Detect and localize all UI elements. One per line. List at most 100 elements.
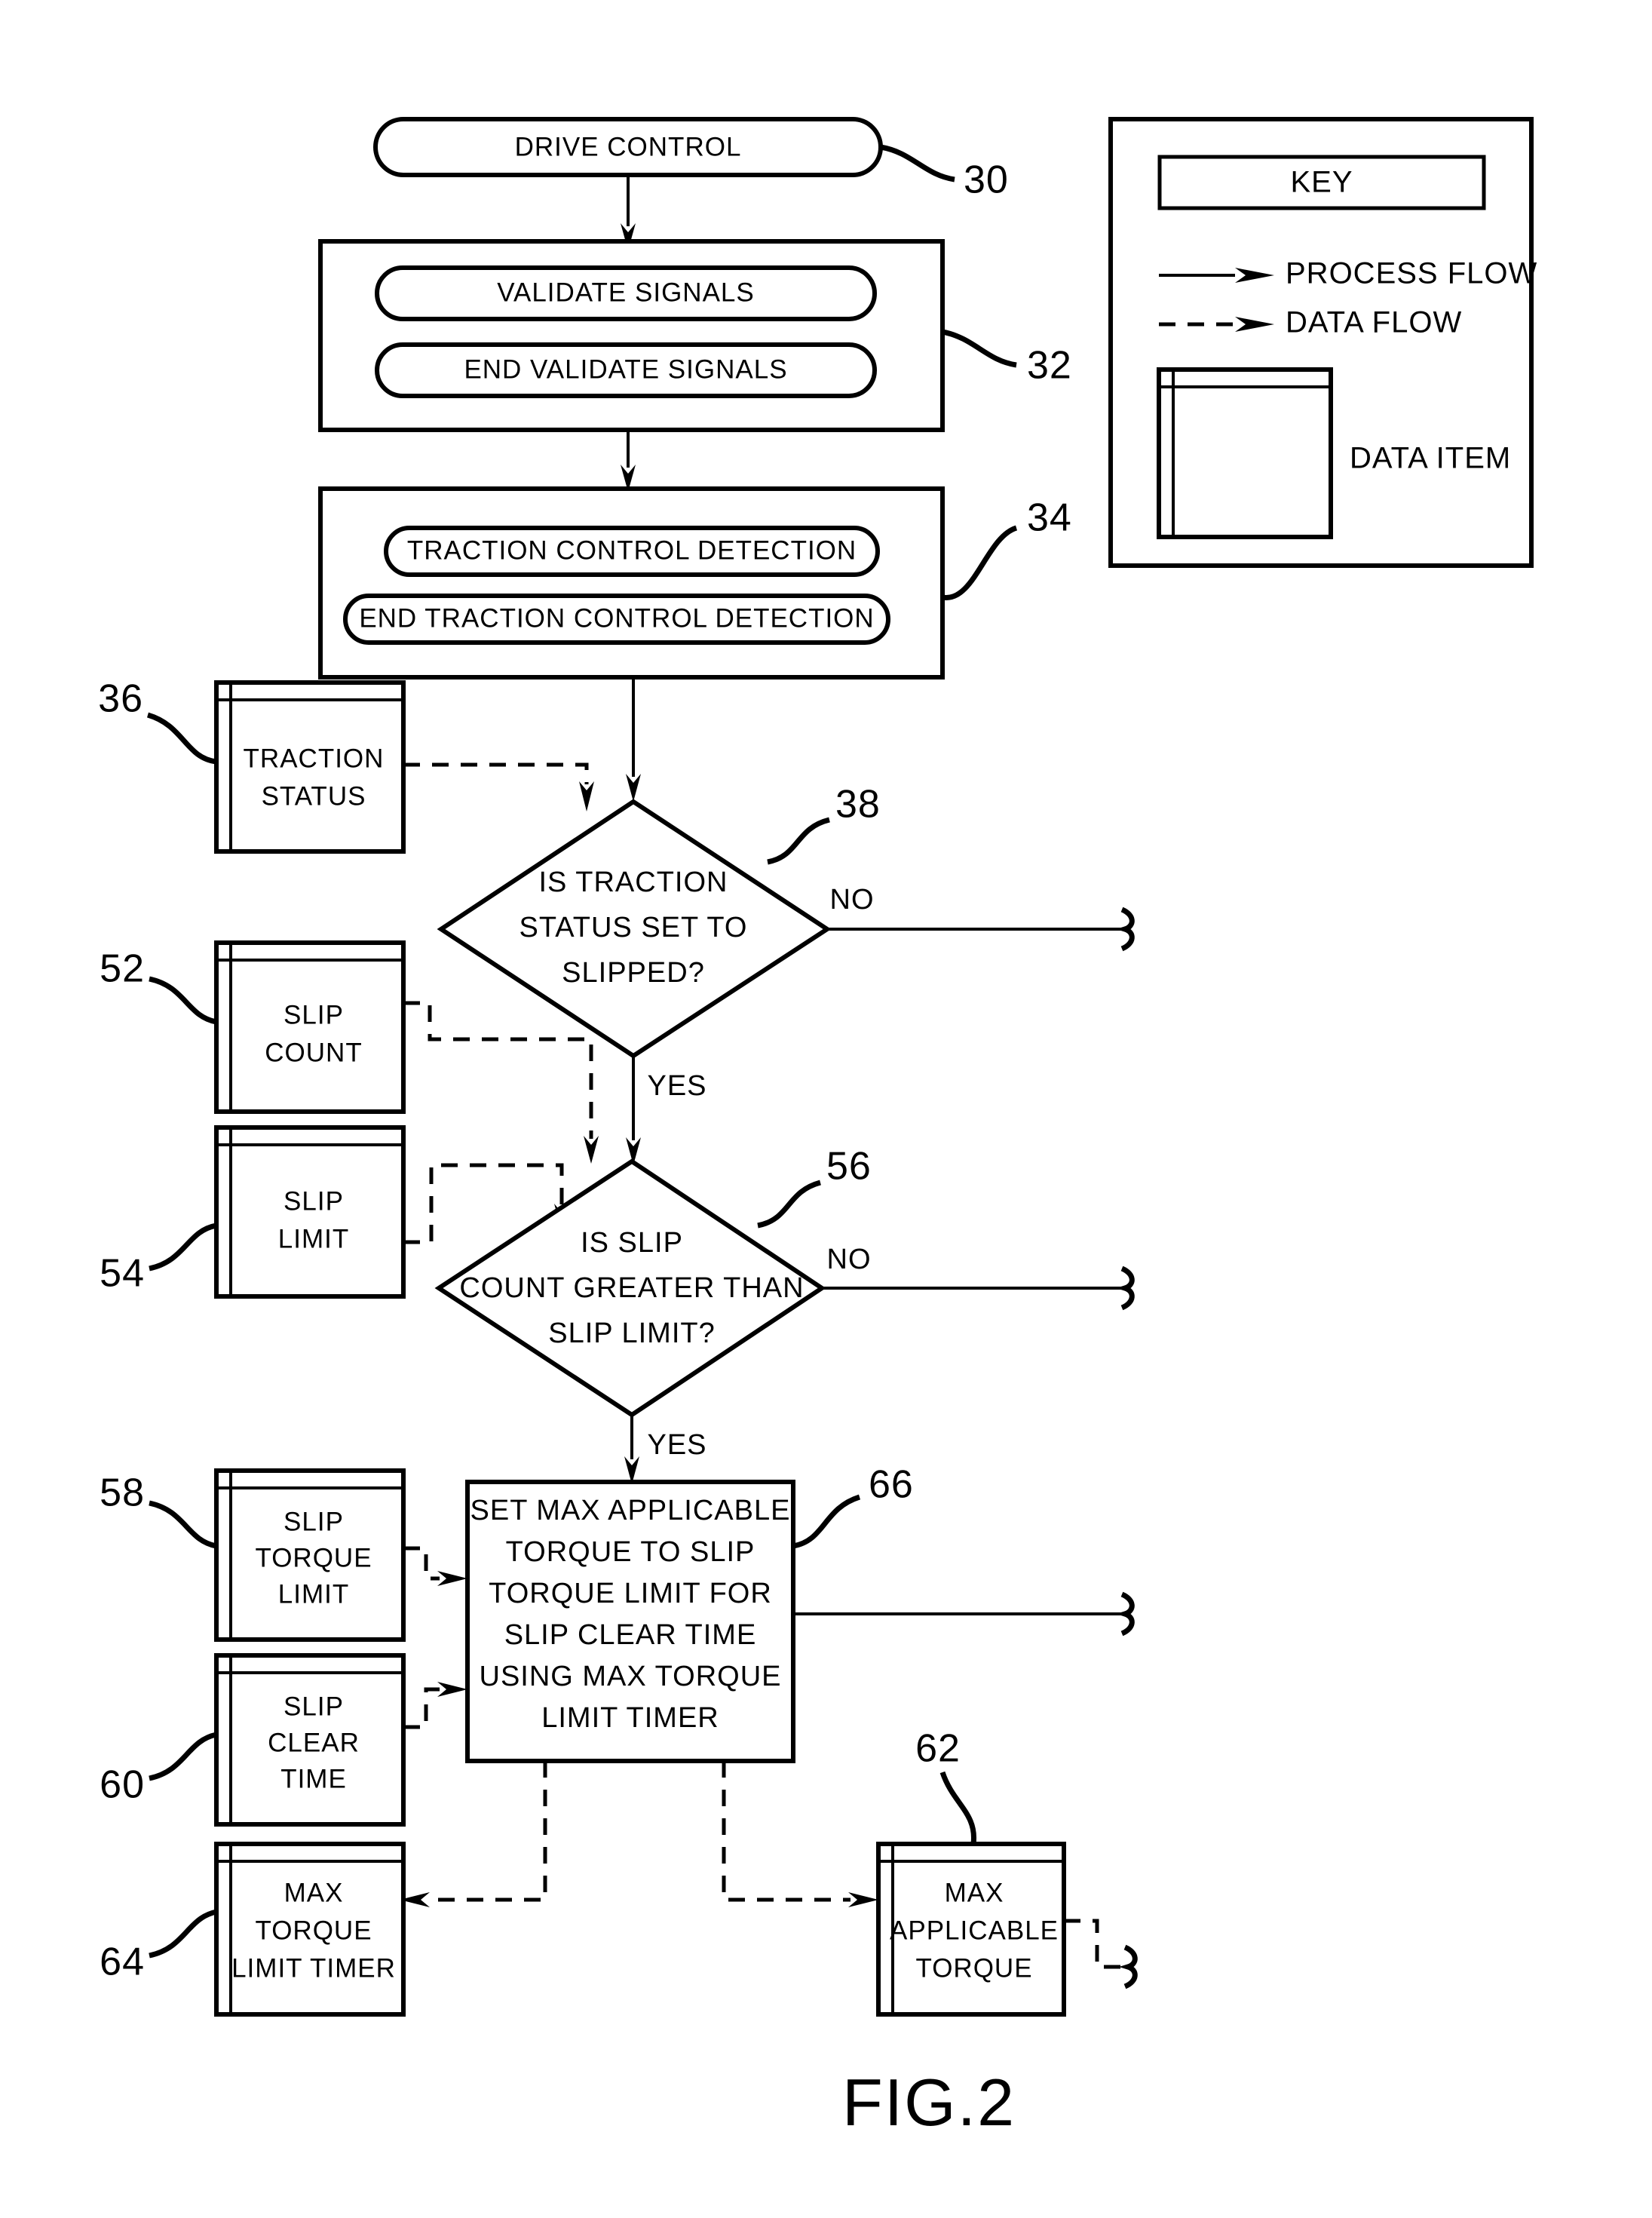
node-traction-control-detection[interactable]: TRACTION CONTROL DETECTION END TRACTION …	[318, 486, 945, 680]
set-torque-line3: TORQUE LIMIT FOR	[489, 1578, 772, 1609]
ref-callout-56: 56	[757, 1145, 872, 1229]
ref-number-52: 52	[100, 947, 145, 991]
data-item-max-applicable-torque-line2: APPLICABLE	[890, 1916, 1059, 1945]
key-data-flow-label: DATA FLOW	[1286, 306, 1462, 339]
ref-number-32: 32	[1027, 344, 1072, 388]
decision-traction-line2: STATUS SET TO	[520, 912, 748, 943]
patent-figure-page: KEY PROCESS FLOW DATA FLOW DATA ITEM DRI…	[0, 0, 1652, 2218]
ref-callout-52: 52	[100, 947, 217, 1025]
break-symbol-62	[1119, 1944, 1138, 1989]
ref-callout-54: 54	[100, 1223, 217, 1296]
decision-slip-no-label: NO	[827, 1244, 872, 1275]
data-item-max-applicable-torque[interactable]: MAX APPLICABLE TORQUE	[876, 1842, 1066, 2017]
decision-slip-line2: COUNT GREATER THAN	[459, 1272, 804, 1304]
node-validate-signals[interactable]: VALIDATE SIGNALS END VALIDATE SIGNALS	[318, 239, 945, 432]
data-item-slip-torque-limit[interactable]: SLIP TORQUE LIMIT	[214, 1468, 406, 1642]
ref-callout-62: 62	[915, 1727, 976, 1845]
ref-number-38: 38	[835, 783, 881, 827]
data-item-slip-clear-time-line2: CLEAR	[268, 1728, 360, 1757]
data-flow-slip-torque-limit	[403, 1546, 440, 1581]
data-flow-to-max-applicable-torque	[722, 1761, 851, 1902]
data-item-slip-limit-line1: SLIP	[284, 1186, 344, 1216]
subnode-end-validate-signals-label: END VALIDATE SIGNALS	[464, 354, 787, 384]
ref-number-30: 30	[964, 158, 1009, 202]
data-item-max-applicable-torque-line1: MAX	[945, 1878, 1004, 1907]
data-item-slip-count-line2: COUNT	[265, 1038, 362, 1067]
data-item-max-torque-limit-timer-line2: TORQUE	[255, 1916, 372, 1945]
subnode-end-validate-signals[interactable]: END VALIDATE SIGNALS	[375, 342, 877, 398]
ref-number-56: 56	[826, 1145, 872, 1189]
break-symbol-56-no	[1116, 1265, 1135, 1311]
data-item-slip-torque-limit-line2: TORQUE	[255, 1543, 372, 1572]
data-item-slip-clear-time[interactable]: SLIP CLEAR TIME	[214, 1653, 406, 1827]
key-process-flow-label: PROCESS FLOW	[1286, 257, 1537, 290]
flowchart-canvas: KEY PROCESS FLOW DATA FLOW DATA ITEM DRI…	[98, 117, 1537, 2140]
data-item-traction-status[interactable]: TRACTION STATUS	[214, 680, 406, 854]
data-item-slip-limit[interactable]: SLIP LIMIT	[214, 1125, 406, 1299]
decision-slip-line3: SLIP LIMIT?	[548, 1318, 716, 1349]
subnode-validate-signals[interactable]: VALIDATE SIGNALS	[375, 265, 877, 321]
key-legend: KEY PROCESS FLOW DATA FLOW DATA ITEM	[1108, 117, 1537, 568]
ref-callout-30: 30	[880, 144, 1009, 202]
ref-number-34: 34	[1027, 496, 1072, 540]
data-flow-to-max-torque-limit-timer	[426, 1761, 547, 1902]
ref-number-36: 36	[98, 677, 143, 721]
data-flow-out-of-max-applicable-torque	[1064, 1919, 1125, 1969]
ref-number-60: 60	[100, 1763, 145, 1807]
decision-is-slip-count-greater[interactable]: IS SLIP COUNT GREATER THAN SLIP LIMIT?	[434, 1158, 826, 1418]
data-item-slip-limit-line2: LIMIT	[278, 1224, 349, 1253]
ref-number-66: 66	[869, 1463, 914, 1507]
ref-callout-36: 36	[98, 677, 217, 765]
ref-number-58: 58	[100, 1471, 145, 1515]
decision-traction-yes-label: YES	[647, 1070, 706, 1102]
data-item-slip-clear-time-line3: TIME	[280, 1764, 347, 1793]
set-torque-line5: USING MAX TORQUE	[480, 1661, 782, 1692]
key-data-item-label: DATA ITEM	[1350, 442, 1511, 475]
set-torque-line6: LIMIT TIMER	[541, 1702, 719, 1734]
subnode-traction-control-detection-label: TRACTION CONTROL DETECTION	[407, 535, 857, 565]
ref-callout-38: 38	[767, 783, 881, 865]
data-item-slip-count[interactable]: SLIP COUNT	[214, 940, 406, 1114]
data-flow-slip-clear-time	[403, 1687, 440, 1729]
data-item-max-applicable-torque-line3: TORQUE	[915, 1953, 1032, 1983]
ref-callout-58: 58	[100, 1471, 217, 1549]
data-item-traction-status-line1: TRACTION	[244, 744, 385, 773]
set-torque-line1: SET MAX APPLICABLE	[470, 1495, 791, 1526]
node-set-max-applicable-torque[interactable]: SET MAX APPLICABLE TORQUE TO SLIP TORQUE…	[465, 1480, 795, 1763]
key-title: KEY	[1290, 166, 1353, 199]
set-torque-line2: TORQUE TO SLIP	[506, 1536, 756, 1568]
data-item-max-torque-limit-timer-line3: LIMIT TIMER	[231, 1953, 396, 1983]
decision-traction-line1: IS TRACTION	[539, 867, 728, 898]
ref-callout-32: 32	[942, 329, 1072, 388]
data-item-max-torque-limit-timer-line1: MAX	[284, 1878, 344, 1907]
decision-traction-line3: SLIPPED?	[562, 957, 705, 989]
decision-is-traction-status-slipped[interactable]: IS TRACTION STATUS SET TO SLIPPED?	[437, 799, 832, 1059]
data-item-slip-torque-limit-line1: SLIP	[284, 1507, 344, 1536]
node-drive-control-label: DRIVE CONTROL	[515, 132, 742, 161]
ref-number-64: 64	[100, 1940, 145, 1984]
break-symbol-66	[1116, 1591, 1135, 1637]
decision-slip-line1: IS SLIP	[581, 1227, 683, 1259]
ref-callout-60: 60	[100, 1732, 217, 1807]
data-flow-slip-count	[403, 1001, 593, 1139]
set-torque-line4: SLIP CLEAR TIME	[504, 1619, 757, 1651]
data-item-slip-count-line1: SLIP	[284, 1000, 344, 1029]
break-symbol-38-no	[1116, 907, 1135, 952]
ref-number-54: 54	[100, 1252, 145, 1296]
node-drive-control[interactable]: DRIVE CONTROL	[373, 117, 883, 177]
subnode-end-traction-control-detection[interactable]: END TRACTION CONTROL DETECTION	[343, 594, 890, 645]
data-item-slip-clear-time-line1: SLIP	[284, 1692, 344, 1721]
data-item-max-torque-limit-timer[interactable]: MAX TORQUE LIMIT TIMER	[214, 1842, 406, 2017]
figure-caption: FIG.2	[842, 2065, 1016, 2140]
ref-callout-66: 66	[792, 1463, 914, 1549]
ref-callout-34: 34	[942, 496, 1072, 600]
subnode-traction-control-detection[interactable]: TRACTION CONTROL DETECTION	[384, 526, 880, 577]
subnode-end-traction-control-detection-label: END TRACTION CONTROL DETECTION	[359, 603, 874, 633]
ref-number-62: 62	[915, 1727, 961, 1771]
key-data-item-glyph	[1157, 367, 1333, 539]
subnode-validate-signals-label: VALIDATE SIGNALS	[497, 278, 754, 307]
decision-traction-no-label: NO	[830, 884, 875, 916]
data-flow-traction-status	[403, 762, 589, 784]
data-item-slip-torque-limit-line3: LIMIT	[278, 1579, 349, 1609]
data-item-traction-status-line2: STATUS	[262, 781, 366, 811]
